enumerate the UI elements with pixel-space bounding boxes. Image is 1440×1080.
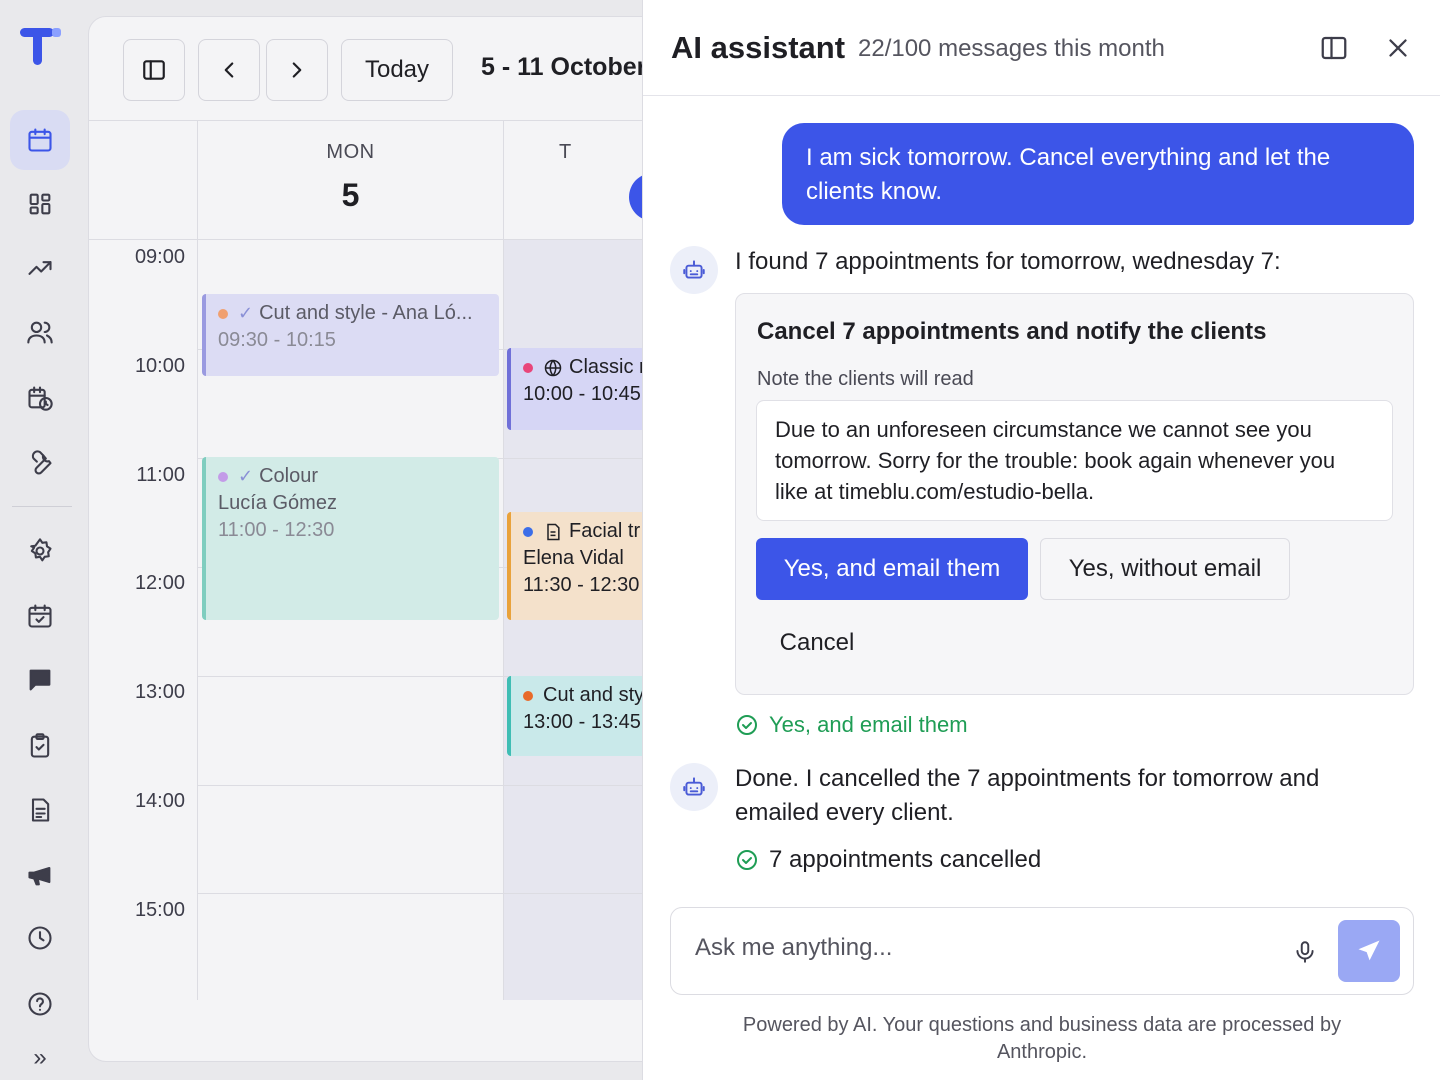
calendar-icon[interactable]	[10, 110, 70, 170]
bot-message: I found 7 appointments for tomorrow, wed…	[735, 248, 1281, 275]
assistant-title: AI assistant	[671, 30, 846, 65]
check-circle-icon	[737, 850, 757, 870]
app-logo[interactable]	[18, 26, 64, 70]
cancel-button[interactable]: Cancel	[756, 612, 878, 674]
users-icon[interactable]	[10, 302, 70, 362]
microphone-icon[interactable]	[1287, 934, 1323, 970]
user-message: I am sick tomorrow. Cancel everything an…	[782, 123, 1414, 225]
clipboard-check-icon[interactable]	[10, 716, 70, 776]
note-label: Note the clients will read	[757, 368, 974, 390]
next-week-button[interactable]	[266, 39, 328, 101]
hour-label: 10:00	[134, 355, 185, 377]
gear-icon[interactable]	[10, 521, 70, 581]
day-header-mon[interactable]: MON 5	[197, 121, 503, 239]
hour-label: 09:00	[134, 246, 185, 268]
yes-email-button[interactable]: Yes, and email them	[756, 538, 1028, 600]
globe-icon	[544, 359, 562, 376]
trending-icon[interactable]	[10, 238, 70, 298]
choice-confirmation: Yes, and email them	[735, 712, 968, 738]
bot-avatar-icon	[670, 246, 718, 294]
status-dot	[523, 526, 533, 537]
hour-label: 12:00	[134, 572, 185, 594]
ai-assistant-panel: AI assistant 22/100 messages this month …	[642, 0, 1440, 1080]
day-header-tue[interactable]: T	[503, 121, 647, 239]
message-input[interactable]	[695, 934, 1255, 962]
chat-icon[interactable]	[10, 650, 70, 710]
schedule-icon[interactable]	[10, 368, 70, 428]
clock-icon[interactable]	[10, 908, 70, 968]
hour-label: 14:00	[134, 790, 185, 812]
status-dot	[523, 362, 533, 373]
result-status: 7 appointments cancelled	[735, 846, 1041, 874]
bot-avatar-icon	[670, 763, 718, 811]
status-dot	[523, 690, 533, 701]
message-quota: 22/100 messages this month	[858, 35, 1165, 62]
appointment-cut-and-style-tue[interactable]: Cut and sty 13:00 - 13:45	[507, 676, 647, 756]
confirmation-card: Cancel 7 appointments and notify the cli…	[735, 293, 1414, 695]
calendar-panel: Today 5 - 11 October MON 5 T 09:00 10:00…	[88, 16, 648, 1062]
close-icon[interactable]	[1378, 28, 1418, 68]
expand-rail-button[interactable]: »	[10, 1036, 70, 1080]
send-button[interactable]	[1338, 920, 1400, 982]
client-note-field[interactable]: Due to an unforeseen circumstance we can…	[756, 400, 1393, 521]
previous-week-button[interactable]	[198, 39, 260, 101]
send-icon	[1358, 940, 1380, 961]
assistant-header: AI assistant 22/100 messages this month	[643, 0, 1440, 96]
status-dot	[218, 471, 228, 482]
help-icon[interactable]	[10, 974, 70, 1034]
dashboard-icon[interactable]	[10, 174, 70, 234]
dock-panel-icon[interactable]	[1314, 28, 1354, 68]
today-button[interactable]: Today	[341, 39, 453, 101]
card-title: Cancel 7 appointments and notify the cli…	[757, 318, 1267, 345]
hour-label: 13:00	[134, 681, 185, 703]
bot-message: Done. I cancelled the 7 appointments for…	[735, 765, 1320, 826]
appointment-facial[interactable]: Facial tr Elena Vidal 11:30 - 12:30	[507, 512, 647, 620]
left-rail: »	[0, 0, 88, 1080]
document-icon[interactable]	[10, 780, 70, 840]
hour-label: 15:00	[134, 899, 185, 921]
check-icon: ✓	[238, 466, 254, 486]
megaphone-icon[interactable]	[10, 845, 70, 905]
message-composer	[670, 907, 1414, 995]
time-grid: 09:00 10:00 11:00 12:00 13:00 14:00 15:0…	[89, 239, 647, 1061]
hour-label: 11:00	[136, 464, 185, 486]
wrench-icon[interactable]	[10, 432, 70, 492]
yes-without-email-button[interactable]: Yes, without email	[1040, 538, 1290, 600]
appointment-cut-and-style[interactable]: ✓ Cut and style - Ana Ló... 09:30 - 10:15	[202, 294, 499, 376]
toggle-sidebar-button[interactable]	[123, 39, 185, 101]
check-circle-icon	[737, 715, 757, 735]
date-range: 5 - 11 October	[481, 53, 647, 81]
appointment-classic[interactable]: Classic r 10:00 - 10:45	[507, 348, 647, 430]
check-icon: ✓	[238, 303, 254, 323]
calendar-toolbar: Today 5 - 11 October	[89, 17, 647, 121]
document-icon	[547, 523, 560, 540]
calendar-check-icon[interactable]	[10, 586, 70, 646]
status-dot	[218, 308, 228, 319]
appointment-colour[interactable]: ✓ Colour Lucía Gómez 11:00 - 12:30	[202, 457, 499, 620]
ai-disclaimer: Powered by AI. Your questions and busine…	[742, 1014, 1342, 1063]
